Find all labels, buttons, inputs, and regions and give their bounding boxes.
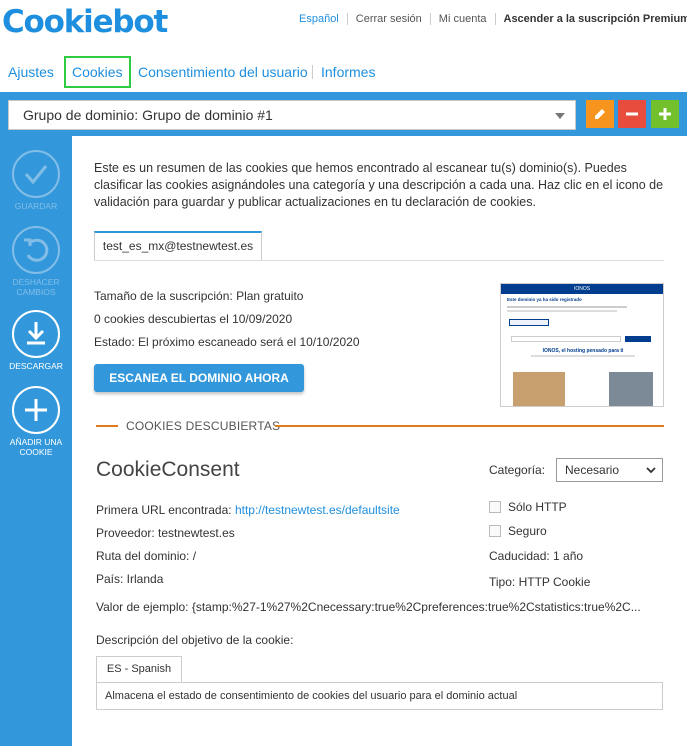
status-info: Estado: El próximo escaneado será el 10/…	[94, 335, 360, 349]
http-only-checkbox[interactable]: Sólo HTTP	[489, 500, 567, 514]
type-field: Tipo: HTTP Cookie	[489, 575, 591, 589]
logout-link[interactable]: Cerrar sesión	[356, 13, 422, 25]
tab-consentimiento[interactable]: Consentimiento del usuario	[138, 56, 308, 88]
discovered-info: 0 cookies descubiertas el 10/09/2020	[94, 312, 293, 326]
path-field: Ruta del dominio: /	[96, 549, 197, 563]
website-thumbnail: IONOS Este dominio ya ha sido registrado…	[500, 283, 664, 407]
secure-checkbox[interactable]: Seguro	[489, 524, 547, 538]
add-cookie-button[interactable]: AÑADIR UNA COOKIE	[0, 386, 72, 457]
undo-button[interactable]: DESHACER CAMBIOS	[0, 226, 72, 297]
add-group-button[interactable]	[651, 100, 679, 128]
pencil-icon	[595, 109, 605, 119]
category-select[interactable]: Necesario	[556, 458, 663, 482]
upgrade-link[interactable]: Ascender a la suscripción Premium	[504, 13, 687, 25]
delete-group-button[interactable]	[618, 100, 646, 128]
cookie-name: CookieConsent	[96, 458, 240, 481]
plus-icon	[25, 399, 47, 421]
domain-group-bar: Grupo de dominio: Grupo de dominio #1	[0, 92, 687, 136]
chevron-down-icon	[555, 113, 565, 119]
chevron-down-icon	[646, 467, 656, 474]
scan-domain-button[interactable]: ESCANEA EL DOMINIO AHORA	[94, 364, 304, 392]
description-input[interactable]: Almacena el estado de consentimiento de …	[96, 682, 663, 710]
download-icon	[27, 322, 45, 345]
minus-icon	[626, 112, 638, 116]
main-nav: Ajustes Cookies Consentimiento del usuar…	[0, 56, 687, 92]
download-button[interactable]: DESCARGAR	[0, 310, 72, 371]
description-label: Descripción del objetivo de la cookie:	[96, 633, 294, 647]
section-title: COOKIES DESCUBIERTAS	[126, 419, 281, 433]
save-button[interactable]: GUARDAR	[0, 150, 72, 211]
cookiebot-logo[interactable]: Cookiebot	[2, 2, 168, 42]
sample-value-field: Valor de ejemplo: {stamp:%27-1%27%2Cnece…	[96, 600, 641, 614]
subscription-info: Tamaño de la suscripción: Plan gratuito	[94, 289, 304, 303]
top-links: Español Cerrar sesión Mi cuenta Ascender a …	[299, 13, 687, 26]
language-link[interactable]: Español	[299, 13, 339, 25]
first-url-link[interactable]: http://testnewtest.es/defaultsite	[235, 503, 400, 517]
action-sidebar: GUARDAR DESHACER CAMBIOS DESCARGAR AÑADI…	[0, 136, 72, 746]
edit-group-button[interactable]	[586, 100, 614, 128]
account-link[interactable]: Mi cuenta	[439, 13, 487, 25]
plus-icon	[659, 108, 671, 120]
check-icon	[24, 165, 48, 185]
domain-tab[interactable]: test_es_mx@testnewtest.es	[94, 231, 262, 261]
country-field: País: Irlanda	[96, 572, 164, 586]
intro-text: Este es un resumen de las cookies que he…	[94, 161, 664, 209]
domain-group-select[interactable]: Grupo de dominio: Grupo de dominio #1	[8, 100, 576, 130]
tab-ajustes[interactable]: Ajustes	[8, 56, 54, 88]
provider-field: Proveedor: testnewtest.es	[96, 526, 235, 540]
tab-informes[interactable]: Informes	[321, 56, 375, 88]
language-tab-es[interactable]: ES - Spanish	[96, 656, 182, 683]
tab-cookies[interactable]: Cookies	[64, 56, 131, 88]
undo-icon	[24, 238, 49, 262]
first-url-field: Primera URL encontrada: http://testnewte…	[96, 503, 400, 517]
category-label: Categoría:	[489, 463, 546, 477]
expiry-field: Caducidad: 1 año	[489, 549, 584, 563]
